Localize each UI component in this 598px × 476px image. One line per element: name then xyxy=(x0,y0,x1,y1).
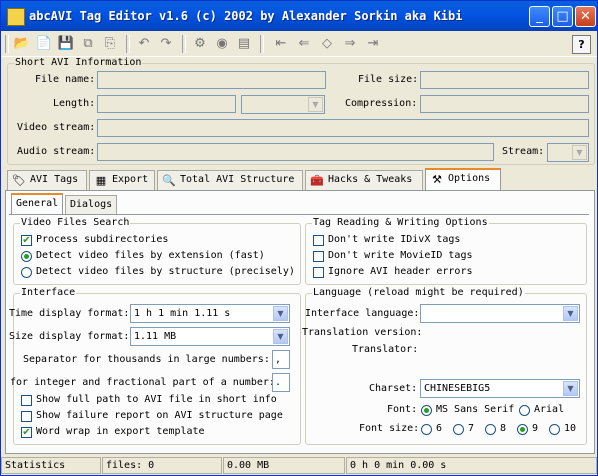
file-size-field xyxy=(420,71,589,89)
tag-options-legend: Tag Reading & Writing Options xyxy=(312,217,489,228)
title-bar: abcAVI Tag Editor v1.6 (c) 2002 by Alexa… xyxy=(1,1,597,31)
translation-version-label: Translation version: xyxy=(302,327,423,338)
copy-icon[interactable]: ⎘ xyxy=(100,34,120,54)
maximize-button[interactable]: □ xyxy=(552,6,573,27)
status-time: 0 h 0 min 0.00 s xyxy=(346,457,597,474)
time-format-combo[interactable]: 1 h 1 min 1.11 s ▼ xyxy=(130,304,290,323)
redo-icon[interactable]: ↷ xyxy=(156,34,176,54)
language-legend: Language (reload might be required) xyxy=(312,287,525,298)
previous-icon[interactable]: ⇐ xyxy=(294,34,314,54)
video-files-search-legend: Video Files Search xyxy=(20,217,131,228)
last-icon[interactable]: ⇥ xyxy=(363,34,383,54)
file-size-label: File size: xyxy=(358,74,419,85)
save-icon[interactable]: 💾 xyxy=(56,34,76,54)
chevron-down-icon: ▼ xyxy=(563,381,578,396)
close-button[interactable]: ✕ xyxy=(575,6,596,27)
tools-icon[interactable]: ⚙ xyxy=(190,34,210,54)
video-stream-field xyxy=(97,119,589,137)
chevron-down-icon: ▼ xyxy=(572,145,587,160)
interface-language-combo[interactable]: ▼ xyxy=(420,304,580,323)
app-window: abcAVI Tag Editor v1.6 (c) 2002 by Alexa… xyxy=(0,0,598,476)
toolbar: 📂 📄 💾 ⧉ ⎘ ↶ ↷ ⚙ ◉ ▤ ⇤ ⇐ ◇ ⇒ ⇥ ? xyxy=(1,32,597,57)
tab-total-avi-structure[interactable]: 🔍 Total AVI Structure xyxy=(157,170,303,190)
tab-hacks-tweaks[interactable]: 🧰 Hacks & Tweaks xyxy=(305,170,423,190)
short-info-legend: Short AVI Information xyxy=(14,57,143,68)
status-files: files: 0 xyxy=(102,457,222,474)
interface-language-label: Interface language: xyxy=(305,308,420,319)
charset-combo[interactable]: CHINESEBIG5 ▼ xyxy=(420,379,580,398)
open-file-icon[interactable]: 📄 xyxy=(34,34,54,54)
length-unit-combo: ▼ xyxy=(241,95,325,114)
video-stream-label: Video stream: xyxy=(17,122,96,133)
time-format-label: Time display format: xyxy=(9,308,130,319)
file-name-label: File name: xyxy=(35,74,96,85)
status-size: 0.00 MB xyxy=(223,457,345,474)
audio-stream-label: Audio stream: xyxy=(17,146,96,157)
file-name-field xyxy=(97,71,326,89)
window-title: abcAVI Tag Editor v1.6 (c) 2002 by Alexa… xyxy=(29,9,463,23)
compression-field xyxy=(420,95,589,113)
next-icon[interactable]: ⇒ xyxy=(340,34,360,54)
tab-avi-tags[interactable]: 🏷 AVI Tags xyxy=(7,170,87,190)
diamond-icon[interactable]: ◇ xyxy=(317,34,337,54)
stream-label: Stream: xyxy=(502,146,545,157)
tab-export[interactable]: ▦ Export xyxy=(89,170,155,190)
tab-options[interactable]: ⚒ Options xyxy=(425,168,501,190)
save-all-icon[interactable]: ⧉ xyxy=(78,34,98,54)
separator-input[interactable]: , xyxy=(272,350,290,369)
magnifier-icon: 🔍 xyxy=(162,174,176,187)
font-size-label: Font size: xyxy=(359,423,420,434)
minimize-button[interactable]: _ xyxy=(529,6,550,27)
chevron-down-icon: ▼ xyxy=(273,329,288,344)
status-bar: Statistics files: 0 0.00 MB 0 h 0 min 0.… xyxy=(1,456,597,475)
web-icon[interactable]: ◉ xyxy=(212,34,232,54)
font-label: Font: xyxy=(387,404,418,415)
undo-icon[interactable]: ↶ xyxy=(134,34,154,54)
length-field xyxy=(97,95,236,113)
options-icon: ⚒ xyxy=(432,173,442,186)
chevron-down-icon: ▼ xyxy=(308,97,323,112)
tab-general[interactable]: General xyxy=(11,193,63,215)
size-format-combo[interactable]: 1.11 MB ▼ xyxy=(130,327,290,346)
translator-label: Translator: xyxy=(352,344,419,355)
tab-dialogs[interactable]: Dialogs xyxy=(65,195,117,215)
chevron-down-icon: ▼ xyxy=(563,306,578,321)
decimal-label: for integer and fractional part of a num… xyxy=(10,377,275,388)
table-icon: ▦ xyxy=(95,174,107,187)
help-button[interactable]: ? xyxy=(572,35,591,54)
compression-label: Compression: xyxy=(345,98,418,109)
separator-label: Separator for thousands in large numbers… xyxy=(23,354,270,365)
chevron-down-icon: ▼ xyxy=(273,306,288,321)
first-icon[interactable]: ⇤ xyxy=(271,34,291,54)
app-icon xyxy=(7,8,25,26)
length-label: Length: xyxy=(53,98,96,109)
charset-label: Charset: xyxy=(369,383,418,394)
stream-combo: ▼ xyxy=(547,143,589,162)
open-folder-icon[interactable]: 📂 xyxy=(12,34,32,54)
tag-icon: 🏷 xyxy=(12,174,26,187)
audio-stream-field xyxy=(97,143,494,161)
tools-icon: 🧰 xyxy=(310,174,324,187)
interface-legend: Interface xyxy=(20,287,77,298)
size-format-label: Size display format: xyxy=(9,331,130,342)
status-label: Statistics xyxy=(1,457,101,474)
decimal-input[interactable]: . xyxy=(272,373,290,392)
list-icon[interactable]: ▤ xyxy=(234,34,254,54)
